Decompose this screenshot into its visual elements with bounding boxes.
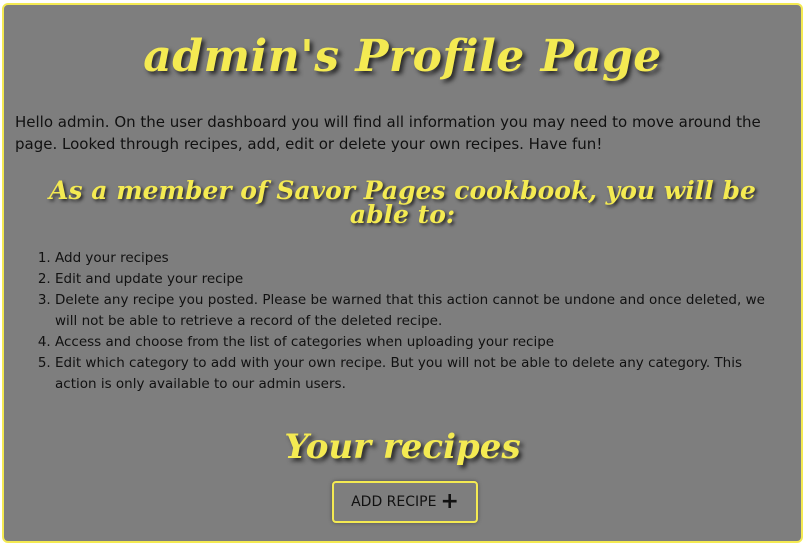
list-item: Edit which category to add with your own… xyxy=(55,353,785,395)
add-recipe-label: ADD RECIPE xyxy=(351,494,437,510)
list-item: Delete any recipe you posted. Please be … xyxy=(55,290,785,332)
your-recipes-heading: Your recipes xyxy=(284,427,521,467)
list-item: Edit and update your recipe xyxy=(55,269,785,290)
intro-text: Hello admin. On the user dashboard you w… xyxy=(15,113,761,153)
plus-icon: + xyxy=(440,489,459,514)
page-title: admin's Profile Page xyxy=(143,31,662,82)
profile-card: admin's Profile Page Hello admin. On the… xyxy=(2,3,803,543)
list-item: Access and choose from the list of categ… xyxy=(55,332,785,353)
features-list: Add your recipes Edit and update your re… xyxy=(15,248,785,395)
member-heading: As a member of Savor Pages cookbook, you… xyxy=(49,176,756,229)
add-recipe-button[interactable]: ADD RECIPE + xyxy=(332,481,478,523)
list-item: Add your recipes xyxy=(55,248,785,269)
